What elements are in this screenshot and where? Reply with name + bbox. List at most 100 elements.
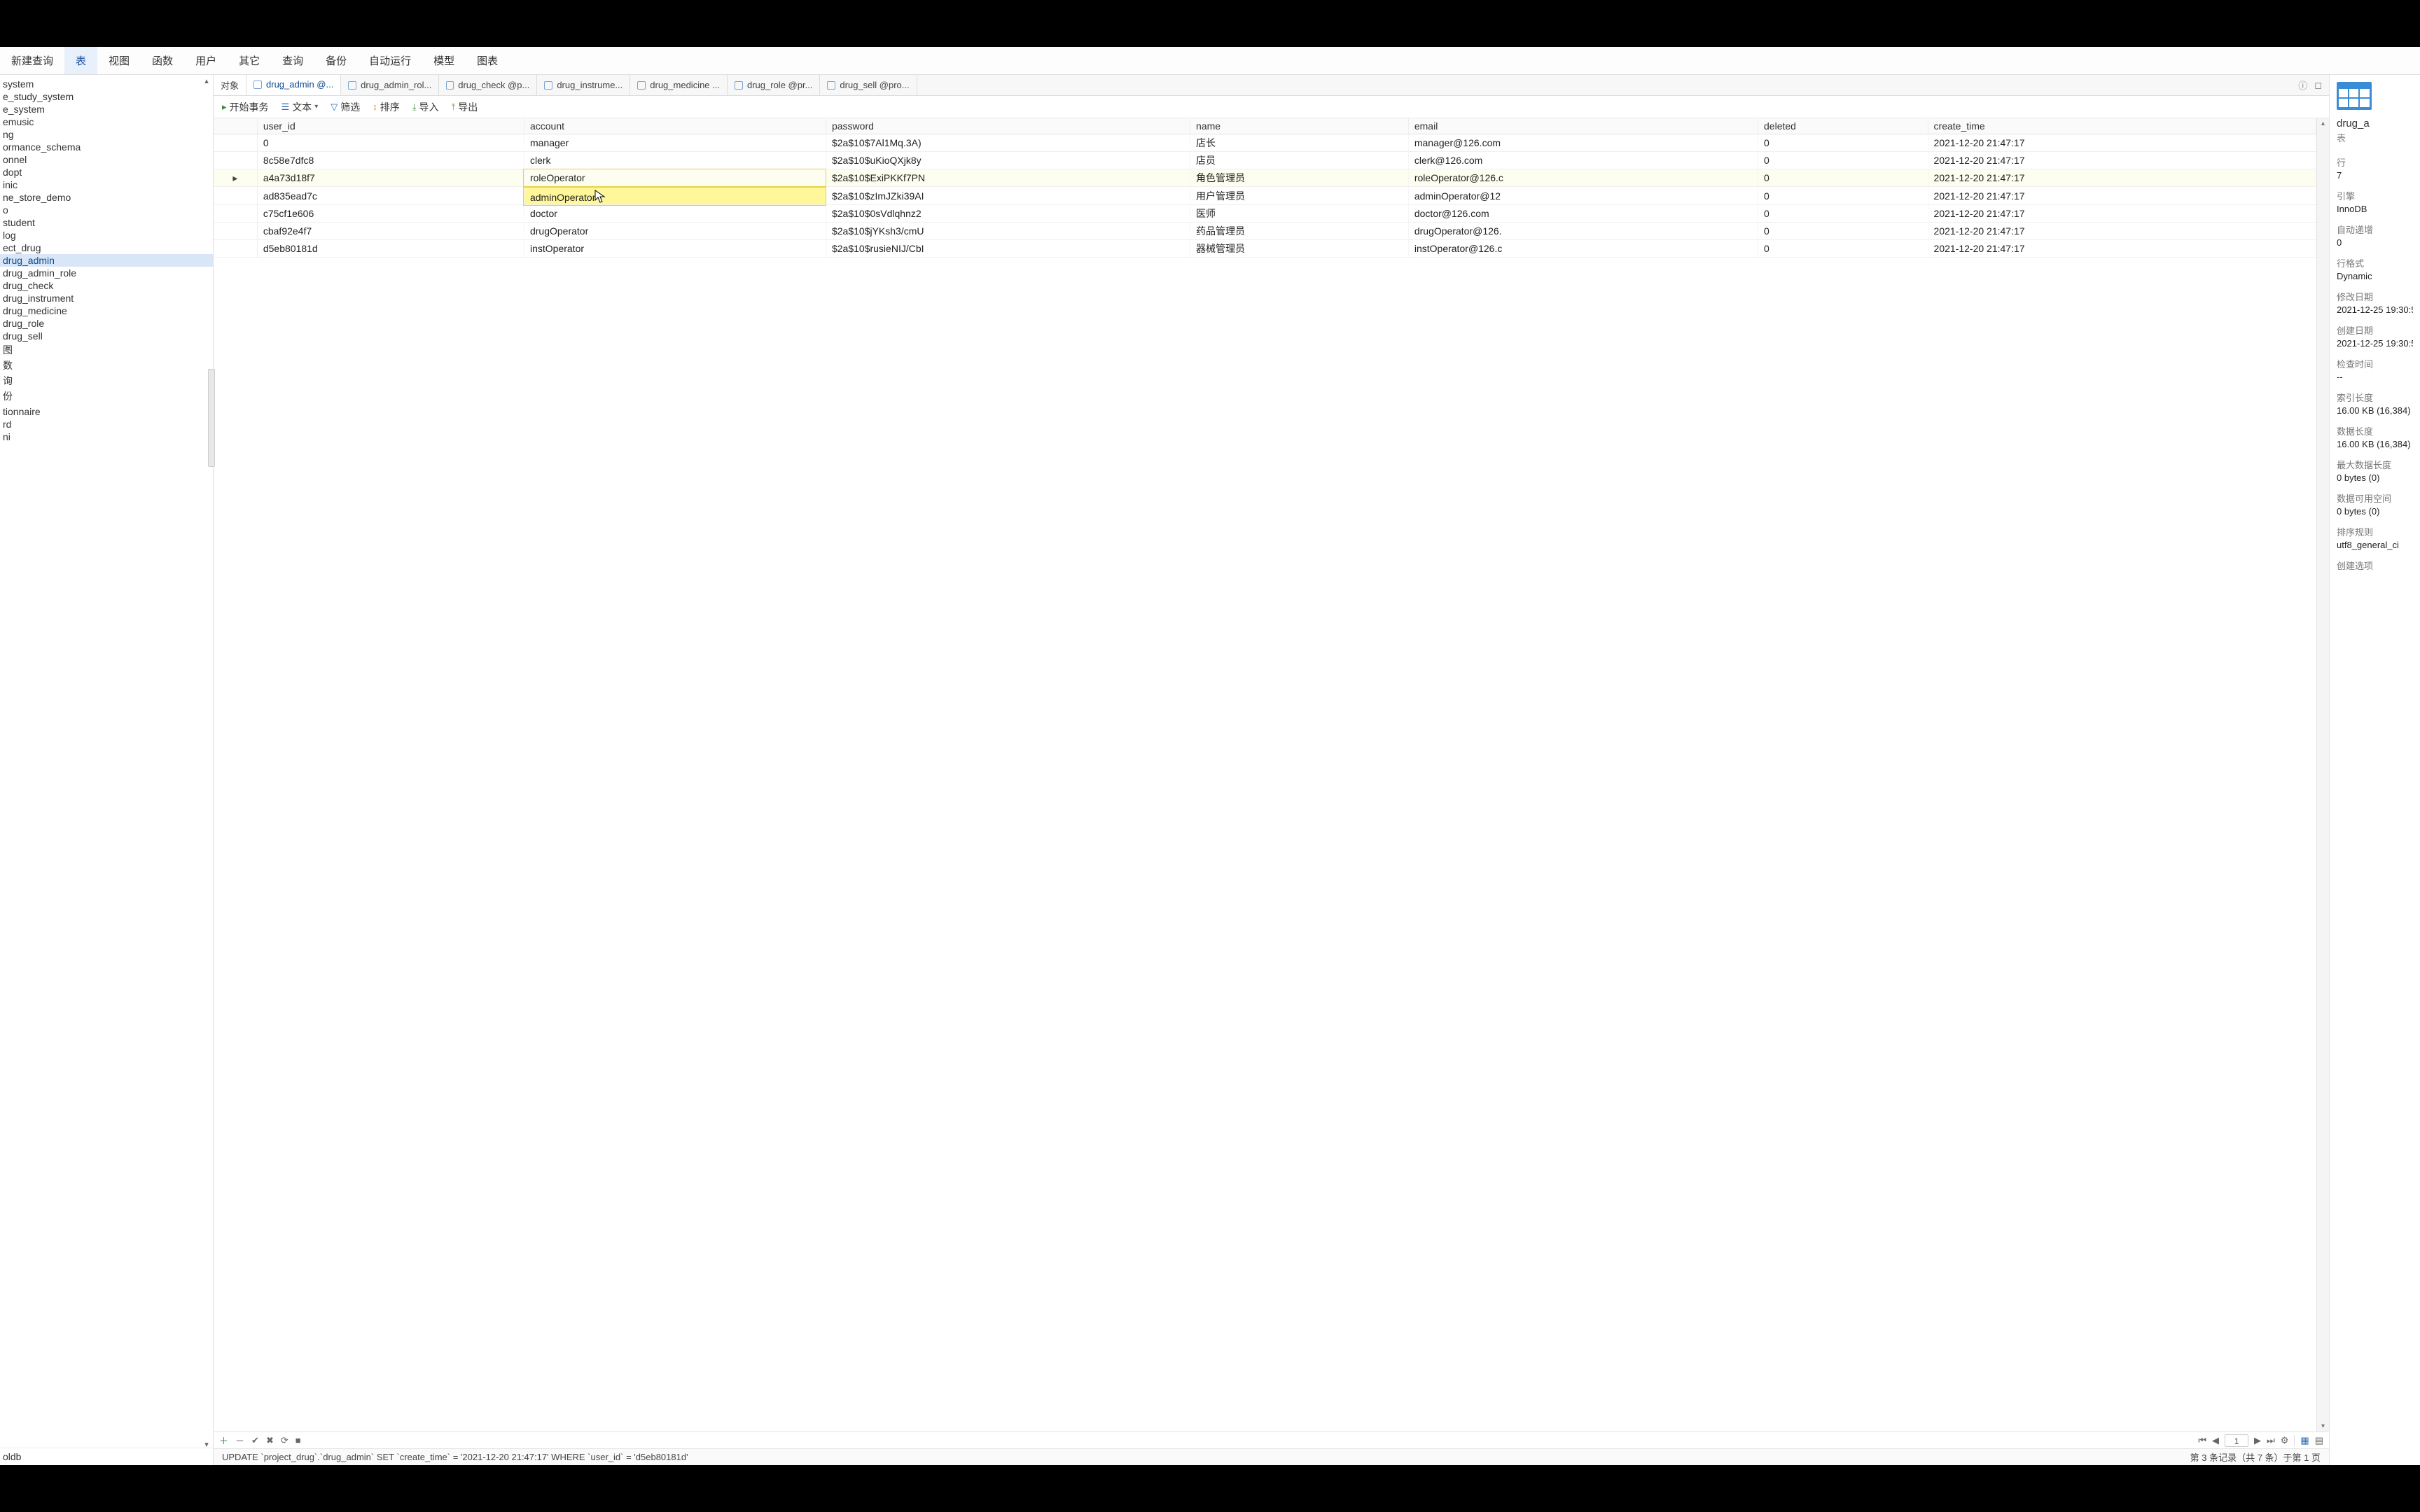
cell[interactable]: roleOperator <box>524 169 826 187</box>
cell[interactable]: ad835ead7c <box>257 187 524 205</box>
cell[interactable]: drugOperator <box>524 223 826 240</box>
tab[interactable]: drug_admin_rol... <box>341 75 439 95</box>
topnav-item[interactable]: 备份 <box>314 47 358 74</box>
sidebar-item[interactable]: drug_check <box>0 279 213 292</box>
delete-row-button[interactable]: － <box>235 1434 244 1447</box>
cell[interactable]: 0 <box>1758 187 1928 205</box>
scroll-up-icon[interactable]: ▴ <box>2321 120 2325 127</box>
topnav-item[interactable]: 表 <box>64 47 97 74</box>
cell[interactable]: $2a$10$ExiPKKf7PN <box>826 169 1190 187</box>
topnav-item[interactable]: 图表 <box>466 47 509 74</box>
grid-vertical-scrollbar[interactable]: ▴ ▾ <box>2316 118 2329 1432</box>
sidebar-item[interactable]: student <box>0 216 213 229</box>
cell[interactable]: instOperator@126.c <box>1408 240 1758 258</box>
cell[interactable]: 0 <box>1758 152 1928 169</box>
cell[interactable]: doctor@126.com <box>1408 205 1758 223</box>
cell[interactable]: $2a$10$zImJZki39AI <box>826 187 1190 205</box>
cell[interactable]: cbaf92e4f7 <box>257 223 524 240</box>
cell[interactable]: manager <box>524 134 826 152</box>
cell[interactable]: 2021-12-20 21:47:17 <box>1928 223 2316 240</box>
first-page-button[interactable]: ⏮ <box>2198 1435 2206 1446</box>
sidebar-item[interactable]: dopt <box>0 166 213 178</box>
sidebar-item[interactable]: e_system <box>0 103 213 115</box>
data-grid[interactable]: user_idaccountpasswordnameemaildeletedcr… <box>214 118 2316 1432</box>
table-row[interactable]: c75cf1e606doctor$2a$10$0sVdlqhnz2医师docto… <box>214 205 2316 223</box>
cell[interactable]: 0 <box>1758 223 1928 240</box>
sidebar-item[interactable]: ormance_schema <box>0 141 213 153</box>
sidebar-item[interactable]: system <box>0 78 213 90</box>
column-header[interactable]: password <box>826 118 1190 134</box>
topnav-item[interactable]: 函数 <box>141 47 184 74</box>
topnav-item[interactable]: 查询 <box>271 47 314 74</box>
cell[interactable]: 2021-12-20 21:47:17 <box>1928 169 2316 187</box>
grid-view-button[interactable]: ▦ <box>2300 1435 2309 1446</box>
next-page-button[interactable]: ▶ <box>2254 1435 2261 1446</box>
cell[interactable]: 药品管理员 <box>1190 223 1409 240</box>
refresh-button[interactable]: ⟳ <box>281 1435 288 1446</box>
settings-button[interactable]: ⚙ <box>2281 1435 2289 1446</box>
cell[interactable]: 器械管理员 <box>1190 240 1409 258</box>
scroll-down-icon[interactable]: ▾ <box>2321 1422 2325 1430</box>
tab[interactable]: drug_instrume... <box>537 75 630 95</box>
cell[interactable]: 0 <box>1758 169 1928 187</box>
cell[interactable]: c75cf1e606 <box>257 205 524 223</box>
cell[interactable]: $2a$10$7Al1Mq.3A) <box>826 134 1190 152</box>
cell[interactable]: instOperator <box>524 240 826 258</box>
cell[interactable]: 0 <box>1758 240 1928 258</box>
tab[interactable]: 对象 <box>214 75 246 95</box>
table-row[interactable]: ad835ead7cadminOperator$2a$10$zImJZki39A… <box>214 187 2316 205</box>
cell[interactable]: 0 <box>1758 205 1928 223</box>
cancel-button[interactable]: ✖ <box>266 1435 274 1446</box>
cell[interactable]: roleOperator@126.c <box>1408 169 1758 187</box>
table-row[interactable]: 8c58e7dfc8clerk$2a$10$uKioQXjk8y店员clerk@… <box>214 152 2316 169</box>
tab[interactable]: drug_role @pr... <box>728 75 820 95</box>
cell[interactable]: $2a$10$rusieNIJ/CbI <box>826 240 1190 258</box>
topnav-item[interactable]: 视图 <box>97 47 141 74</box>
sidebar-item[interactable]: 图 <box>0 342 213 358</box>
sidebar-item[interactable]: o <box>0 204 213 216</box>
sidebar-item[interactable]: e_study_system <box>0 90 213 103</box>
sidebar-item[interactable]: ni <box>0 430 213 443</box>
column-header[interactable]: deleted <box>1758 118 1928 134</box>
sidebar-item[interactable]: tionnaire <box>0 405 213 418</box>
cell[interactable]: adminOperator@12 <box>1408 187 1758 205</box>
sidebar-item[interactable]: rd <box>0 418 213 430</box>
cell[interactable]: clerk <box>524 152 826 169</box>
stop-button[interactable]: ■ <box>295 1435 301 1446</box>
cell[interactable]: 2021-12-20 21:47:17 <box>1928 187 2316 205</box>
cell[interactable]: adminOperator <box>524 187 826 205</box>
cell[interactable]: 2021-12-20 21:47:17 <box>1928 134 2316 152</box>
cell[interactable]: 2021-12-20 21:47:17 <box>1928 205 2316 223</box>
cell[interactable]: manager@126.com <box>1408 134 1758 152</box>
import-button[interactable]: ⤓ 导入 <box>412 100 439 114</box>
sidebar-item[interactable]: 数 <box>0 358 213 373</box>
sidebar-scroll-up-icon[interactable]: ▴ <box>202 76 211 86</box>
topnav-item[interactable]: 模型 <box>422 47 466 74</box>
sidebar-item[interactable]: drug_admin_role <box>0 267 213 279</box>
sidebar-item[interactable]: 询 <box>0 373 213 388</box>
cell[interactable]: clerk@126.com <box>1408 152 1758 169</box>
sidebar-item[interactable]: 份 <box>0 388 213 404</box>
commit-button[interactable]: ✔ <box>251 1435 259 1446</box>
tab[interactable]: drug_medicine ... <box>630 75 728 95</box>
sidebar-splitter-handle[interactable] <box>208 369 215 467</box>
sidebar-item[interactable]: drug_role <box>0 317 213 330</box>
sidebar-item[interactable]: drug_medicine <box>0 304 213 317</box>
export-button[interactable]: ⤒ 导出 <box>451 100 478 114</box>
sidebar-item[interactable]: ect_drug <box>0 241 213 254</box>
sort-button[interactable]: ↕ 排序 <box>373 100 400 114</box>
table-row[interactable]: cbaf92e4f7drugOperator$2a$10$jYKsh3/cmU药… <box>214 223 2316 240</box>
column-header[interactable]: account <box>524 118 826 134</box>
sidebar-item[interactable]: emusic <box>0 115 213 128</box>
sidebar-scroll-down-icon[interactable]: ▾ <box>202 1440 211 1450</box>
column-header[interactable]: create_time <box>1928 118 2316 134</box>
cell[interactable]: 医师 <box>1190 205 1409 223</box>
sidebar-item[interactable]: ne_store_demo <box>0 191 213 204</box>
cell[interactable]: $2a$10$uKioQXjk8y <box>826 152 1190 169</box>
topnav-item[interactable]: 用户 <box>184 47 228 74</box>
cell[interactable]: $2a$10$0sVdlqhnz2 <box>826 205 1190 223</box>
column-header[interactable]: user_id <box>257 118 524 134</box>
cell[interactable]: doctor <box>524 205 826 223</box>
cell[interactable]: 0 <box>257 134 524 152</box>
text-mode-button[interactable]: ☰ 文本 ▾ <box>281 100 319 114</box>
